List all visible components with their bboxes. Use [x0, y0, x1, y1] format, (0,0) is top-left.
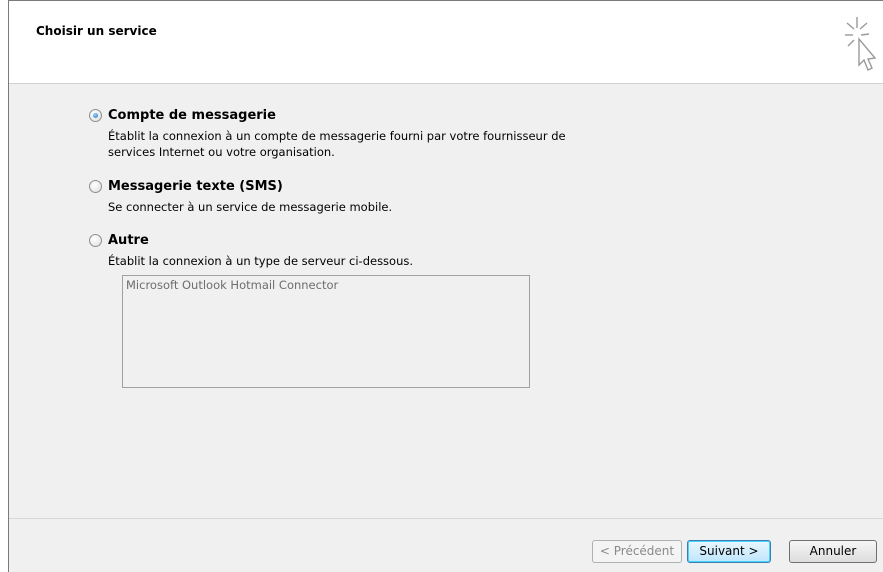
- radio-sms[interactable]: [89, 180, 102, 193]
- previous-button[interactable]: < Précédent: [592, 540, 682, 563]
- radio-email-account[interactable]: [89, 109, 102, 122]
- radio-other[interactable]: [89, 234, 102, 247]
- list-item[interactable]: Microsoft Outlook Hotmail Connector: [126, 278, 338, 292]
- next-button[interactable]: Suivant >: [687, 540, 771, 563]
- option-sms-description: Se connecter à un service de messagerie …: [108, 200, 393, 214]
- page-title: Choisir un service: [36, 24, 157, 38]
- cancel-button[interactable]: Annuler: [789, 540, 877, 563]
- server-type-list[interactable]: Microsoft Outlook Hotmail Connector: [122, 275, 530, 388]
- option-other-description: Établit la connexion à un type de serveu…: [108, 254, 414, 268]
- wizard-cursor-icon: [845, 17, 877, 71]
- wizard-header: Choisir un service: [9, 1, 883, 84]
- option-email-account-description: Établit la connexion à un compte de mess…: [108, 129, 566, 159]
- option-other-label[interactable]: Autre: [108, 233, 149, 248]
- option-email-account-label[interactable]: Compte de messagerie: [108, 108, 276, 123]
- option-sms-label[interactable]: Messagerie texte (SMS): [108, 179, 283, 194]
